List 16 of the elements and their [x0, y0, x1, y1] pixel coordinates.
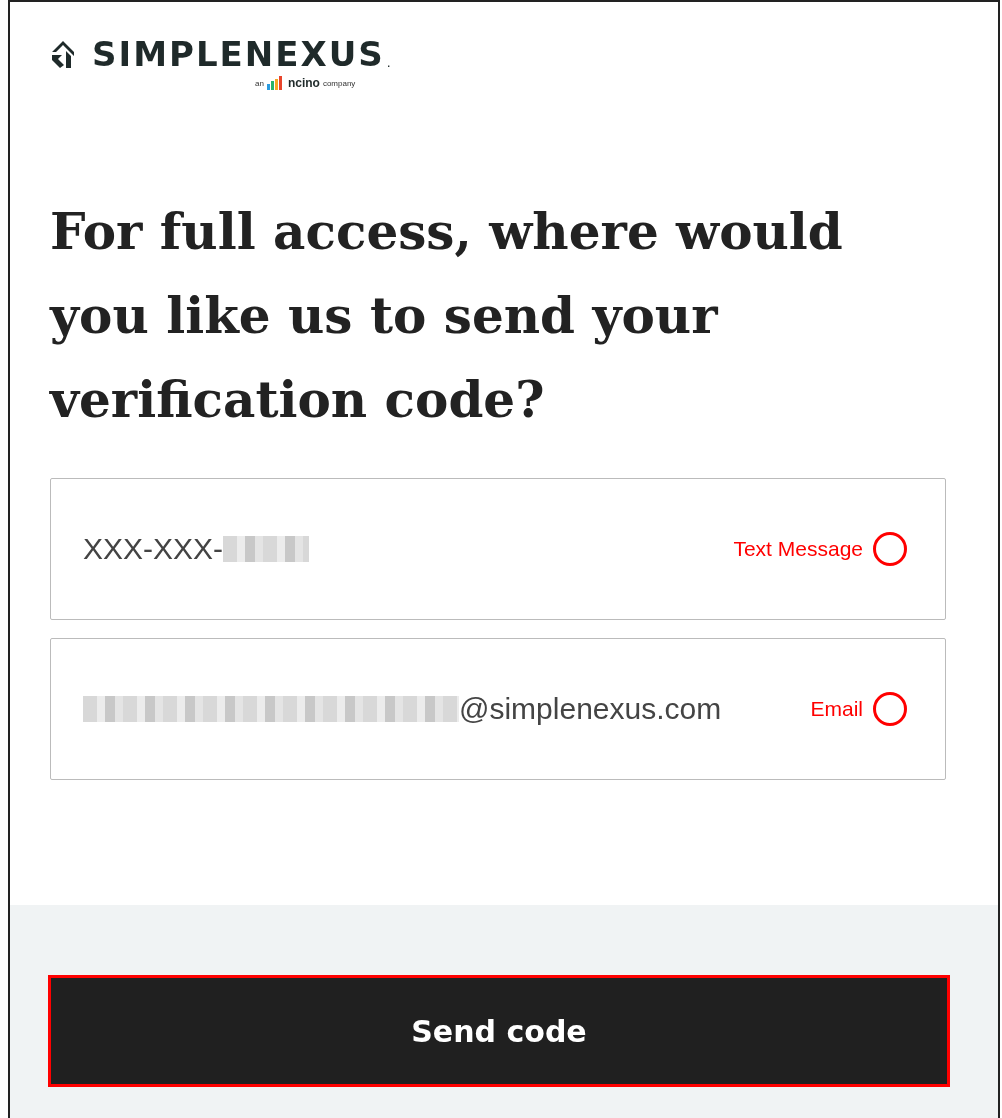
tagline-text: an	[255, 78, 264, 88]
tagline-text: company	[322, 78, 356, 88]
send-code-button[interactable]: Send code	[48, 975, 950, 1087]
radio-button[interactable]	[873, 692, 907, 726]
option-label: Text Message	[733, 537, 863, 561]
bar-chart-icon	[266, 76, 285, 90]
option-label: Email	[810, 697, 863, 721]
brand-name: SIMPLENEXUS	[92, 34, 385, 74]
page-heading: For full access, where would you like us to send your verification code?	[50, 201, 844, 431]
brand-mark: .	[386, 54, 391, 70]
partner-name: ncino	[287, 76, 320, 90]
contact-option[interactable]: @simplenexus.com Email	[50, 638, 946, 780]
radio-button[interactable]	[873, 532, 907, 566]
contact-option[interactable]: XXX-XXX- Text Message	[50, 478, 946, 620]
email-address: @simplenexus.com	[459, 692, 722, 726]
phone-number: XXX-XXX-	[83, 532, 224, 566]
